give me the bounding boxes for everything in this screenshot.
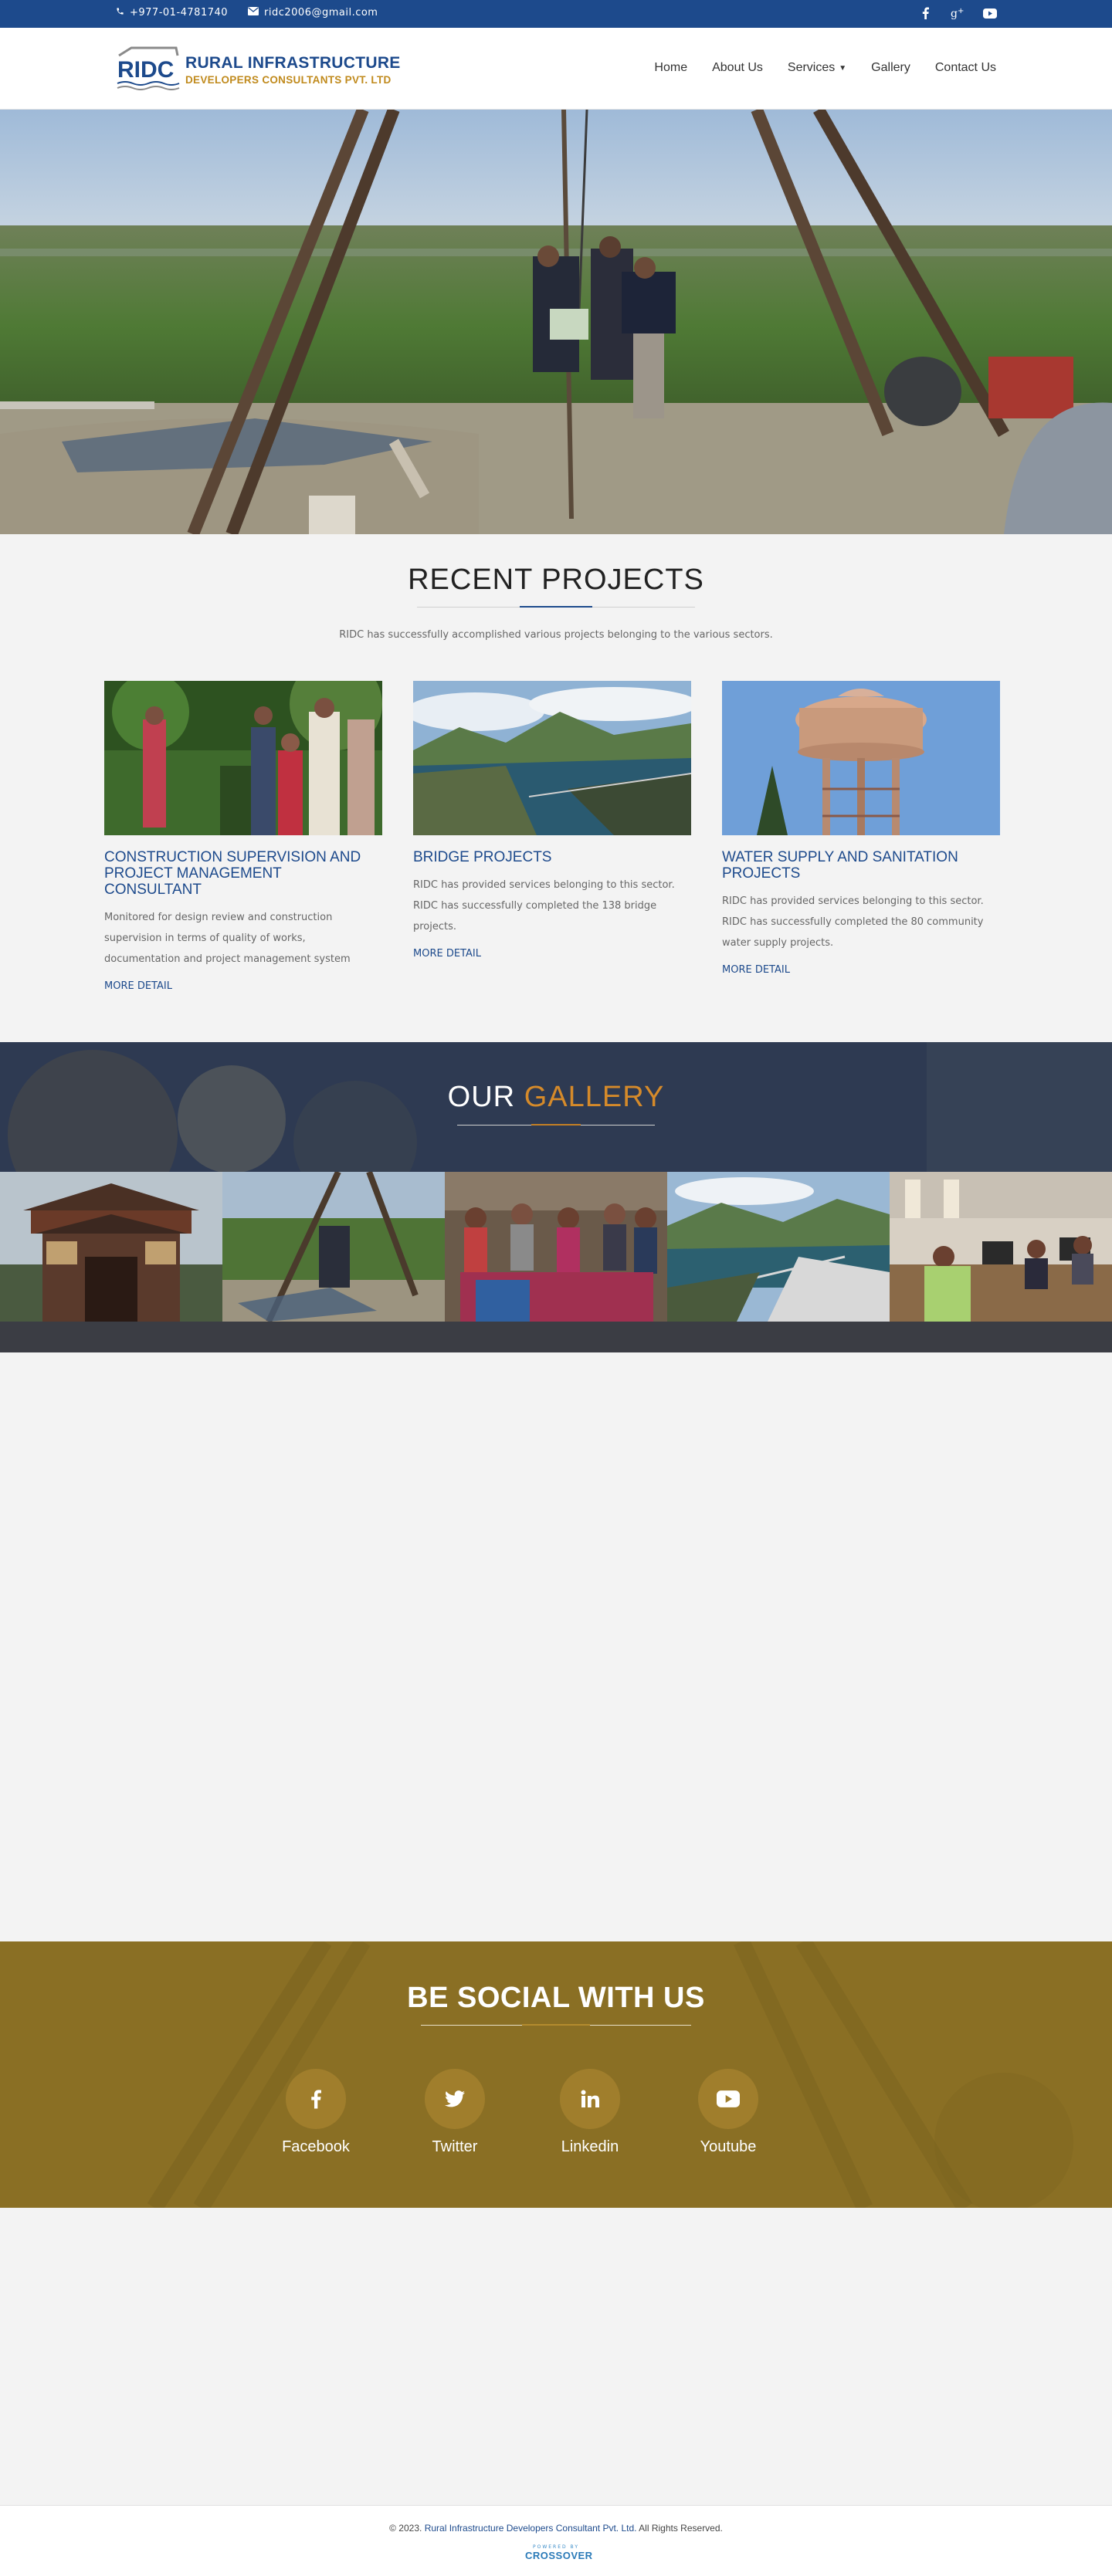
project-card: CONSTRUCTION SUPERVISION AND PROJECT MAN… [104, 681, 382, 992]
youtube-icon [698, 2069, 758, 2129]
facebook-icon[interactable] [917, 5, 933, 21]
powered-by-logo[interactable]: POWERED BY CROSSOVER [525, 2544, 593, 2561]
water-tank-photo [722, 681, 1000, 835]
powered-by-brand: CROSSOVER [525, 2550, 593, 2561]
copyright-prefix: © 2023. [389, 2523, 422, 2534]
nav-services-label: Services [787, 61, 836, 74]
project-card: BRIDGE PROJECTS RIDC has provided servic… [413, 681, 691, 960]
phone-icon [116, 7, 124, 19]
hero-banner [0, 110, 1112, 534]
social-section: BE SOCIAL WITH US Facebook Twitter Linke… [0, 1941, 1112, 2208]
project-image[interactable] [722, 681, 1000, 835]
company-link[interactable]: Rural Infrastructure Developers Consulta… [425, 2523, 637, 2534]
nav-home[interactable]: Home [654, 61, 687, 75]
envelope-icon [248, 7, 259, 19]
hero-drilling-photo [0, 110, 1112, 534]
facebook-icon [286, 2069, 346, 2129]
bridge-photo [667, 1172, 890, 1322]
recent-projects-subtitle: RIDC has successfully accomplished vario… [339, 629, 773, 641]
phone-item[interactable]: +977-01-4781740 [116, 7, 228, 19]
site-header: RIDC RURAL INFRASTRUCTURE DEVELOPERS CON… [0, 28, 1112, 110]
social-label: Twitter [432, 2138, 478, 2155]
title-divider [457, 1124, 655, 1126]
social-link-facebook[interactable]: Facebook [270, 2069, 362, 2156]
nav-gallery[interactable]: Gallery [871, 61, 910, 75]
svg-text:+: + [958, 7, 964, 15]
project-title[interactable]: WATER SUPPLY AND SANITATION PROJECTS [722, 849, 1000, 882]
site-footer: © 2023. Rural Infrastructure Developers … [0, 2505, 1112, 2576]
gallery-image[interactable] [0, 1172, 222, 1322]
caret-down-icon: ▼ [839, 63, 847, 73]
main-nav: Home About Us Services ▼ Gallery Contact … [654, 61, 996, 75]
social-label: Linkedin [561, 2138, 619, 2155]
title-divider [421, 2024, 691, 2026]
email-item[interactable]: ridc2006@gmail.com [248, 7, 378, 19]
social-title: BE SOCIAL WITH US [407, 1982, 705, 2014]
contact-info: +977-01-4781740 ridc2006@gmail.com [116, 7, 378, 19]
gallery-title-part1: OUR [447, 1081, 516, 1113]
gallery-section: OUR GALLERY [0, 1042, 1112, 1352]
twitter-icon [425, 2069, 485, 2129]
gallery-thumbnails [0, 1172, 1112, 1322]
youtube-icon[interactable] [982, 5, 998, 21]
gallery-image[interactable] [445, 1172, 667, 1322]
gallery-image[interactable] [667, 1172, 890, 1322]
gallery-title: OUR GALLERY [0, 1081, 1112, 1114]
community-meeting-photo [445, 1172, 667, 1322]
linkedin-icon [560, 2069, 620, 2129]
topbar-social: g + [917, 5, 998, 21]
logo-subtitle: DEVELOPERS CONSULTANTS PVT. LTD [185, 74, 392, 86]
nav-services[interactable]: Services ▼ [788, 61, 846, 75]
temple-gate-photo [0, 1172, 222, 1322]
project-title[interactable]: CONSTRUCTION SUPERVISION AND PROJECT MAN… [104, 849, 382, 898]
top-bar: +977-01-4781740 ridc2006@gmail.com g + [0, 0, 1112, 28]
gallery-image[interactable] [890, 1172, 1112, 1322]
svg-text:g: g [951, 8, 958, 19]
project-title[interactable]: BRIDGE PROJECTS [413, 849, 691, 865]
ridc-logo-icon: RIDC [117, 46, 180, 90]
project-card: WATER SUPPLY AND SANITATION PROJECTS RID… [722, 681, 1000, 976]
social-label: Facebook [282, 2138, 350, 2155]
copyright-suffix: All Rights Reserved. [639, 2523, 723, 2534]
project-image[interactable] [413, 681, 691, 835]
project-description: RIDC has provided services belonging to … [722, 895, 984, 949]
social-link-youtube[interactable]: Youtube [682, 2069, 775, 2156]
title-divider [417, 606, 695, 608]
nav-about[interactable]: About Us [712, 61, 763, 75]
drilling-site-photo [222, 1172, 445, 1322]
project-image[interactable] [104, 681, 382, 835]
more-detail-link[interactable]: MORE DETAIL [722, 964, 790, 976]
email-address: ridc2006@gmail.com [264, 7, 378, 19]
nav-contact[interactable]: Contact Us [935, 61, 996, 75]
more-detail-link[interactable]: MORE DETAIL [413, 948, 481, 960]
gallery-footer-strip [0, 1322, 1112, 1352]
project-description: RIDC has provided services belonging to … [413, 879, 675, 933]
gallery-title-part2: GALLERY [524, 1081, 665, 1113]
office-workers-photo [890, 1172, 1112, 1322]
copyright: © 2023. Rural Infrastructure Developers … [0, 2523, 1112, 2534]
social-label: Youtube [700, 2138, 757, 2155]
logo-title: RURAL INFRASTRUCTURE [185, 54, 401, 72]
gallery-image[interactable] [222, 1172, 445, 1322]
social-link-linkedin[interactable]: Linkedin [544, 2069, 636, 2156]
more-detail-link[interactable]: MORE DETAIL [104, 980, 172, 992]
bridge-project-photo [413, 681, 691, 835]
logo-mark-text: RIDC [117, 57, 174, 83]
powered-by-label: POWERED BY [532, 2544, 579, 2550]
social-link-twitter[interactable]: Twitter [409, 2069, 501, 2156]
google-plus-icon[interactable]: g + [950, 5, 965, 21]
recent-projects-title: RECENT PROJECTS [408, 564, 704, 596]
project-description: Monitored for design review and construc… [104, 912, 351, 965]
site-logo[interactable]: RIDC RURAL INFRASTRUCTURE DEVELOPERS CON… [116, 43, 400, 97]
phone-number: +977-01-4781740 [130, 7, 229, 19]
construction-supervision-photo [104, 681, 382, 835]
